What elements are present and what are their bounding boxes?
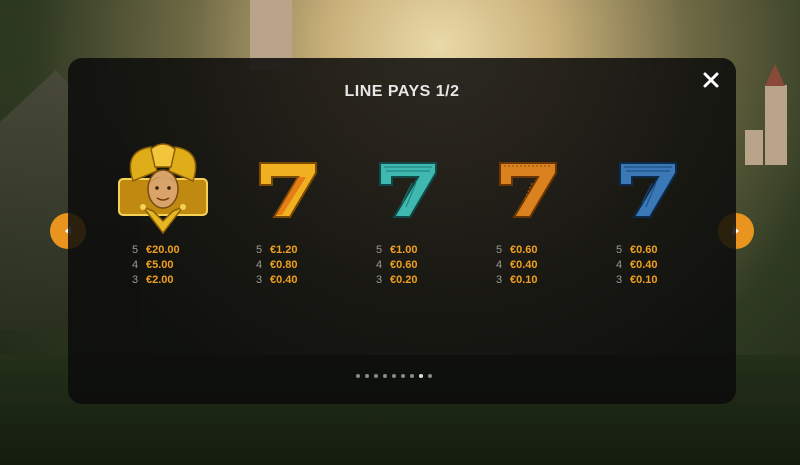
tower-roof [765, 64, 785, 86]
seven-blue-icon [592, 140, 702, 238]
castle-tower [745, 130, 763, 165]
page-dot[interactable] [356, 374, 360, 378]
pay-count: 5 [256, 244, 263, 256]
paytable-values: 5 €0.60 4 €0.40 3 €0.10 [472, 243, 582, 288]
pay-count: 3 [376, 274, 383, 286]
seven-teal-icon [352, 140, 462, 238]
pay-row: 4 €5.00 [132, 258, 218, 273]
pay-count: 5 [376, 244, 383, 256]
pay-count: 3 [132, 274, 139, 286]
symbol-seven-orange: 5 €0.60 4 €0.40 3 €0.10 [472, 140, 582, 288]
paytable-values: 5 €20.00 4 €5.00 3 €2.00 [108, 243, 218, 288]
pay-row: 3 €2.00 [132, 273, 218, 288]
pay-count: 5 [616, 244, 623, 256]
paytable-values: 5 €0.60 4 €0.40 3 €0.10 [592, 243, 702, 288]
pay-count: 3 [256, 274, 263, 286]
pay-value: €0.40 [270, 274, 298, 286]
pay-value: €0.40 [630, 259, 658, 271]
pay-row: 4 €0.40 [496, 258, 582, 273]
symbol-seven-blue: 5 €0.60 4 €0.40 3 €0.10 [592, 140, 702, 288]
page-dot[interactable] [365, 374, 369, 378]
pay-value: €20.00 [146, 244, 180, 256]
seven-gold-icon [232, 140, 342, 238]
pay-value: €0.60 [390, 259, 418, 271]
page-dot[interactable] [401, 374, 405, 378]
pay-value: €0.10 [630, 274, 658, 286]
pay-count: 4 [616, 259, 623, 271]
pay-value: €2.00 [146, 274, 174, 286]
symbol-list: 5 €20.00 4 €5.00 3 €2.00 5 €1.20 4 €0.80 3 €0.… [68, 58, 736, 404]
pay-count: 4 [496, 259, 503, 271]
symbol-seven-teal: 5 €1.00 4 €0.60 3 €0.20 [352, 140, 462, 288]
symbol-seven-gold: 5 €1.20 4 €0.80 3 €0.40 [232, 140, 342, 288]
pay-count: 4 [132, 259, 139, 271]
paytable-values: 5 €1.00 4 €0.60 3 €0.20 [352, 243, 462, 288]
pay-row: 3 €0.40 [256, 273, 342, 288]
pay-row: 5 €20.00 [132, 243, 218, 258]
pay-value: €1.00 [390, 244, 418, 256]
pay-value: €0.80 [270, 259, 298, 271]
pay-count: 3 [616, 274, 623, 286]
castle-tower [765, 85, 787, 165]
pay-row: 4 €0.60 [376, 258, 462, 273]
pay-value: €1.20 [270, 244, 298, 256]
pay-row: 5 €0.60 [496, 243, 582, 258]
pay-value: €5.00 [146, 259, 174, 271]
pay-row: 3 €0.10 [496, 273, 582, 288]
seven-orange-icon [472, 140, 582, 238]
pay-value: €0.40 [510, 259, 538, 271]
pay-count: 4 [256, 259, 263, 271]
pay-row: 5 €1.20 [256, 243, 342, 258]
page-dot[interactable] [392, 374, 396, 378]
paytable-values: 5 €1.20 4 €0.80 3 €0.40 [232, 243, 342, 288]
symbol-jester: 5 €20.00 4 €5.00 3 €2.00 [108, 140, 218, 288]
pay-row: 5 €1.00 [376, 243, 462, 258]
pay-row: 3 €0.10 [616, 273, 702, 288]
pay-row: 3 €0.20 [376, 273, 462, 288]
page-indicator [356, 374, 432, 378]
pay-value: €0.20 [390, 274, 418, 286]
page-dot[interactable] [428, 374, 432, 378]
paytable-panel: LINE PAYS 1/2 5 €20.00 4 €5.00 3 €2.00 5… [68, 58, 736, 404]
pay-count: 4 [376, 259, 383, 271]
pay-row: 4 €0.40 [616, 258, 702, 273]
pay-value: €0.60 [510, 244, 538, 256]
pay-count: 5 [496, 244, 503, 256]
pay-count: 5 [132, 244, 139, 256]
page-dot[interactable] [419, 374, 423, 378]
page-dot[interactable] [410, 374, 414, 378]
pay-count: 3 [496, 274, 503, 286]
page-dot[interactable] [374, 374, 378, 378]
jester-icon [108, 140, 218, 238]
pay-value: €0.10 [510, 274, 538, 286]
pay-row: 4 €0.80 [256, 258, 342, 273]
pay-value: €0.60 [630, 244, 658, 256]
pay-row: 5 €0.60 [616, 243, 702, 258]
page-dot[interactable] [383, 374, 387, 378]
